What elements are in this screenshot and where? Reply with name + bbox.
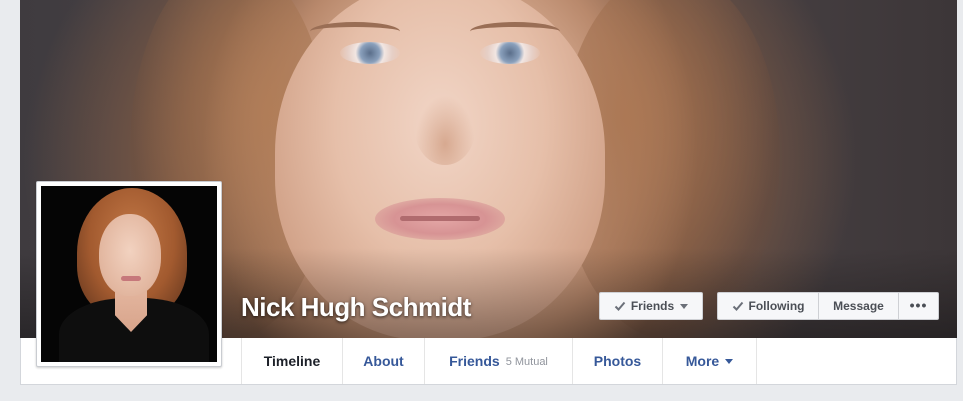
tab-timeline-label: Timeline	[263, 353, 321, 369]
cover-brow-left	[310, 22, 400, 41]
profile-name[interactable]: Nick Hugh Schmidt	[241, 292, 471, 323]
cover-nose	[415, 95, 475, 165]
following-button[interactable]: Following	[717, 292, 819, 320]
caret-down-icon	[725, 359, 734, 364]
caret-down-icon	[680, 304, 689, 309]
profile-picture-image	[41, 186, 217, 362]
tab-timeline[interactable]: Timeline	[241, 338, 343, 384]
avatar-mouth	[121, 276, 141, 281]
friends-button-label: Friends	[630, 299, 675, 313]
message-button[interactable]: Message	[819, 292, 899, 320]
cover-brow-right	[470, 22, 560, 41]
profile-page: Nick Hugh Schmidt Friends Following Mess…	[0, 0, 963, 401]
follow-message-button-group: Following Message •••	[717, 292, 939, 320]
tab-more[interactable]: More	[663, 338, 757, 384]
message-button-label: Message	[833, 299, 884, 313]
friends-button[interactable]: Friends	[599, 292, 703, 320]
avatar-face	[99, 214, 161, 296]
tab-about-label: About	[363, 353, 404, 369]
cover-eye-right	[480, 42, 540, 64]
profile-picture[interactable]	[36, 181, 222, 367]
tab-about[interactable]: About	[343, 338, 425, 384]
tab-friends-label: Friends	[449, 353, 500, 369]
profile-tabs: Timeline About Friends 5 Mutual Photos M…	[241, 338, 757, 384]
following-button-label: Following	[748, 299, 805, 313]
more-dots-icon: •••	[909, 297, 928, 313]
more-options-button[interactable]: •••	[899, 292, 939, 320]
tab-more-label: More	[685, 353, 720, 369]
check-icon	[732, 301, 743, 311]
mutual-friends-count: 5 Mutual	[505, 356, 548, 368]
tab-photos-label: Photos	[593, 353, 642, 369]
cover-eye-left	[340, 42, 400, 64]
cover-lips	[375, 198, 505, 240]
tab-photos[interactable]: Photos	[573, 338, 663, 384]
tab-friends[interactable]: Friends 5 Mutual	[425, 338, 573, 384]
check-icon	[614, 301, 626, 311]
